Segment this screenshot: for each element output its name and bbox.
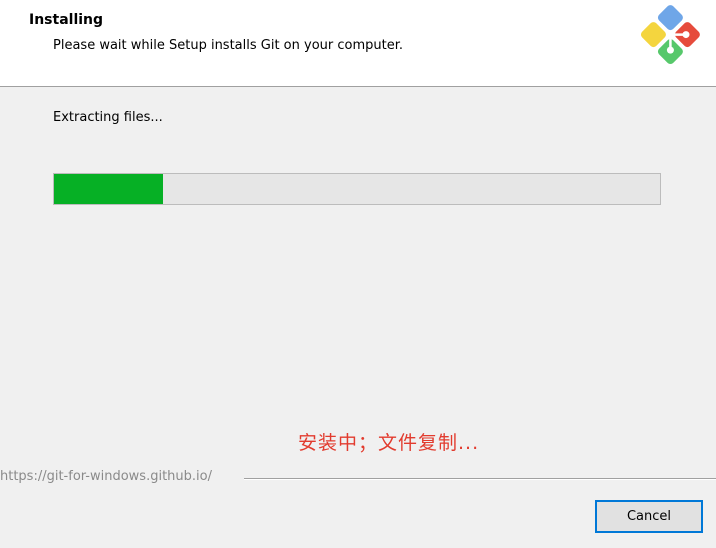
cancel-button[interactable]: Cancel — [595, 500, 703, 533]
footer-divider — [244, 478, 716, 480]
annotation-text: 安装中；文件复制... — [298, 432, 480, 454]
installer-window: Installing Please wait while Setup insta… — [0, 0, 716, 548]
branding-link-text: https://git-for-windows.github.io/ — [0, 469, 212, 484]
header-panel: Installing Please wait while Setup insta… — [0, 0, 716, 87]
progress-bar-fill — [54, 174, 164, 204]
page-subtitle: Please wait while Setup installs Git on … — [53, 38, 404, 53]
status-text: Extracting files... — [53, 110, 163, 125]
progress-bar — [53, 173, 661, 205]
page-title: Installing — [29, 12, 104, 28]
git-logo-icon — [636, 3, 702, 69]
